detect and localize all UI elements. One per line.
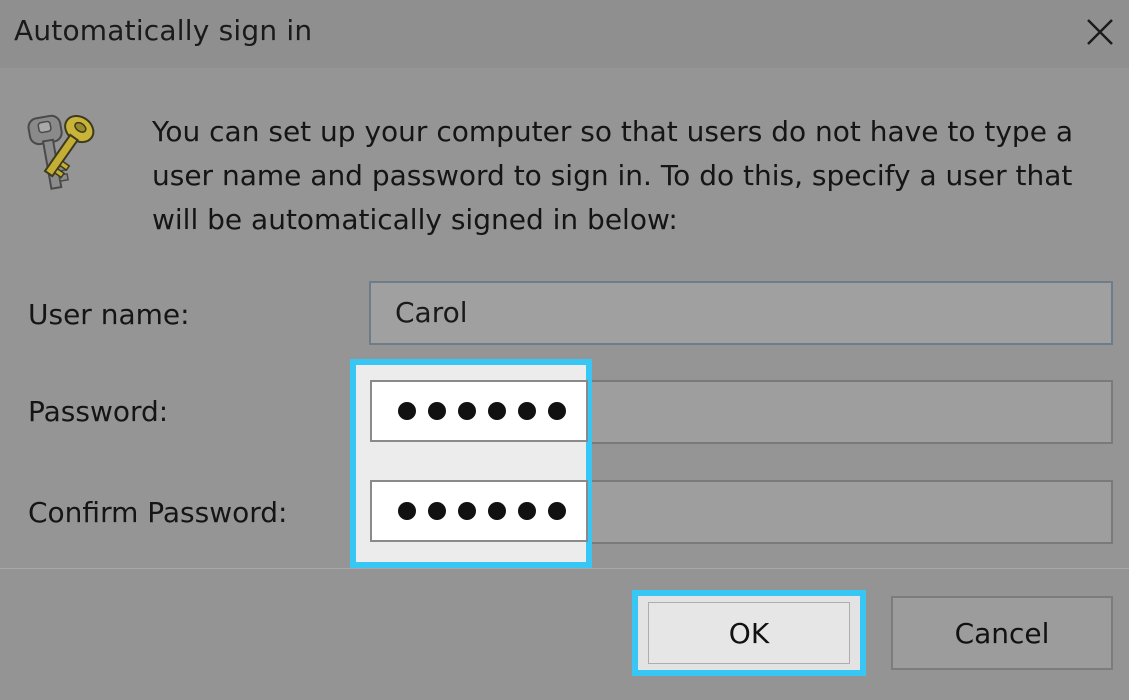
username-label: User name: (28, 298, 190, 331)
password-label: Password: (28, 395, 169, 428)
confirm-password-input[interactable] (370, 480, 588, 542)
password-mask-dot (488, 402, 506, 420)
dialog-title: Automatically sign in (14, 14, 313, 47)
keys-icon (27, 114, 95, 190)
password-mask-dot (458, 402, 476, 420)
password-mask-dot (518, 402, 536, 420)
auto-sign-in-dialog: Automatically sign in You can set up you… (0, 0, 1129, 700)
password-mask-dot (548, 502, 566, 520)
password-mask-dot (488, 502, 506, 520)
password-mask-dot (518, 502, 536, 520)
title-bar: Automatically sign in (0, 0, 1129, 68)
password-mask-dot (428, 402, 446, 420)
confirm-password-label: Confirm Password: (28, 496, 288, 529)
ok-highlight-box: OK (632, 590, 866, 676)
close-icon (1087, 19, 1113, 45)
password-mask-dot (458, 502, 476, 520)
instructions-text: You can set up your computer so that use… (152, 115, 1073, 236)
password-input[interactable] (370, 380, 588, 442)
password-mask-dot (428, 502, 446, 520)
username-value: Carol (395, 296, 468, 329)
ok-button[interactable]: OK (648, 602, 850, 664)
username-field[interactable]: Carol (369, 281, 1113, 345)
close-button[interactable] (1078, 10, 1122, 54)
password-mask-dot (398, 402, 416, 420)
password-mask-dot (548, 402, 566, 420)
cancel-button[interactable]: Cancel (891, 596, 1113, 670)
password-highlight-box (350, 359, 592, 568)
password-mask-dot (398, 502, 416, 520)
